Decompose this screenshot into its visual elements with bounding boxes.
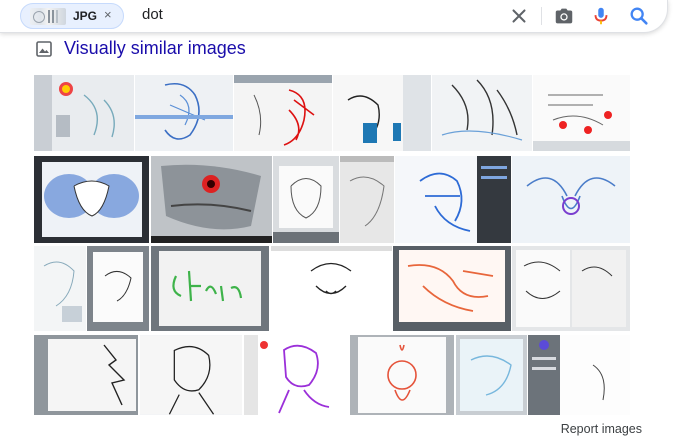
result-thumbnail[interactable] (393, 246, 511, 331)
result-thumbnail[interactable] (395, 156, 511, 243)
image-icon (36, 41, 52, 57)
result-thumbnail[interactable] (151, 246, 269, 331)
camera-icon[interactable] (553, 5, 575, 27)
chip-label: JPG (73, 9, 98, 23)
section-title-link[interactable]: Visually similar images (64, 38, 246, 59)
result-thumbnail[interactable] (512, 246, 630, 331)
result-thumbnail[interactable] (273, 156, 339, 243)
search-divider (541, 7, 542, 25)
result-thumbnail[interactable] (34, 156, 149, 243)
report-images-link[interactable]: Report images (561, 422, 642, 436)
result-thumbnail[interactable] (151, 156, 272, 243)
chip-close-icon[interactable]: × (104, 7, 112, 22)
microphone-icon[interactable] (590, 5, 612, 27)
image-query-chip[interactable]: JPG × (20, 3, 124, 29)
result-thumbnail[interactable] (244, 335, 348, 415)
result-thumbnail[interactable] (135, 75, 233, 151)
result-thumbnail[interactable] (333, 75, 431, 151)
result-thumbnail[interactable] (340, 156, 394, 243)
search-icon[interactable] (628, 5, 650, 27)
result-thumbnail[interactable] (34, 246, 86, 331)
result-thumbnail[interactable] (34, 75, 134, 151)
result-thumbnail[interactable] (432, 75, 532, 151)
result-thumbnail[interactable] (456, 335, 527, 415)
result-thumbnail[interactable] (140, 335, 242, 415)
search-bar: JPG × (0, 0, 668, 33)
search-input[interactable] (142, 6, 482, 23)
query-image-thumbnail (30, 8, 66, 25)
result-thumbnail[interactable] (533, 75, 630, 151)
clear-search-icon[interactable] (508, 5, 530, 27)
result-thumbnail[interactable] (271, 246, 392, 331)
result-thumbnail[interactable] (350, 335, 454, 415)
result-thumbnail[interactable] (234, 75, 332, 151)
result-thumbnail[interactable] (87, 246, 149, 331)
result-thumbnail[interactable] (528, 335, 630, 415)
result-thumbnail[interactable] (34, 335, 138, 415)
result-thumbnail[interactable] (512, 156, 630, 243)
